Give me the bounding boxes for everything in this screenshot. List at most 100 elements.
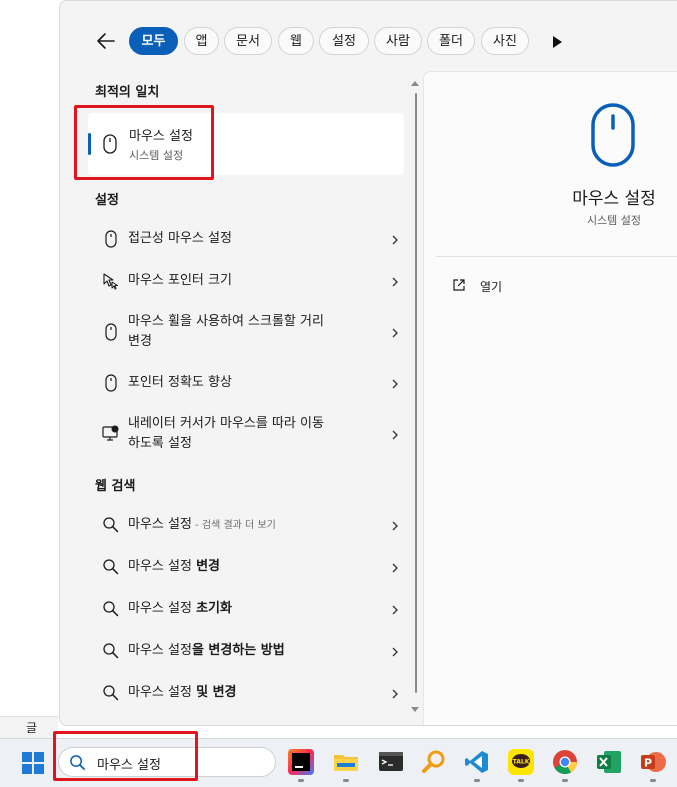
scroll-down-arrow-icon[interactable]	[411, 707, 419, 712]
web-search-label: 마우스 설정 - 검색 결과 더 보기	[128, 515, 276, 536]
chevron-right-icon	[392, 328, 398, 338]
excel-icon[interactable]	[596, 749, 622, 775]
web-search-query: 마우스 설정	[128, 601, 197, 616]
settings-item-label-line2: 하도록 설정	[128, 436, 192, 451]
open-external-icon[interactable]	[452, 278, 466, 292]
settings-item-label: 마우스 포인터 크기	[128, 273, 232, 288]
web-search-item[interactable]: 마우스 설정을 변경하는 방법	[88, 637, 404, 665]
search-icon	[103, 601, 119, 617]
web-search-query: 마우스 설정	[128, 559, 197, 574]
settings-item-label: 내레이터 커서가 마우스를 따라 이동 하도록 설정	[128, 414, 324, 454]
more-filters-play-icon[interactable]	[553, 36, 562, 48]
back-arrow-icon[interactable]	[94, 30, 118, 52]
chevron-right-icon	[392, 235, 398, 245]
web-search-suggestion: 을 변경하는 방법	[191, 643, 285, 658]
filter-chip-photos[interactable]: 사진	[481, 27, 529, 55]
search-icon	[103, 559, 119, 575]
web-search-query: 마우스 설정	[128, 643, 192, 658]
terminal-icon[interactable]	[378, 749, 404, 775]
filter-chip-folders[interactable]: 폴더	[427, 27, 475, 55]
chevron-right-icon	[392, 647, 398, 657]
chevron-right-icon	[392, 605, 398, 615]
chrome-icon[interactable]	[552, 749, 578, 775]
filter-chip-settings[interactable]: 설정	[319, 27, 369, 55]
settings-item-label-line2: 변경	[128, 334, 152, 349]
chevron-right-icon	[392, 277, 398, 287]
scroll-up-arrow-icon[interactable]	[411, 81, 419, 86]
settings-item-pointer-size[interactable]: 마우스 포인터 크기	[88, 267, 404, 295]
section-best-match: 최적의 일치	[95, 85, 160, 100]
web-search-label: 마우스 설정을 변경하는 방법	[128, 641, 285, 661]
web-search-suggestion: 및 변경	[196, 685, 237, 700]
settings-item-pointer-precision[interactable]: 포인터 정확도 향상	[88, 369, 404, 397]
running-indicator	[562, 779, 568, 782]
mouse-icon-large	[591, 103, 635, 167]
running-indicator	[298, 779, 304, 782]
scrollbar-thumb[interactable]	[415, 93, 417, 693]
web-search-suggestion: 초기화	[196, 601, 232, 616]
web-search-hint: - 검색 결과 더 보기	[191, 520, 276, 531]
web-search-label: 마우스 설정 초기화	[128, 599, 232, 619]
search-icon	[103, 685, 119, 701]
vscode-icon[interactable]	[464, 749, 490, 775]
narrator-icon	[102, 425, 119, 441]
filter-chip-people[interactable]: 사람	[374, 27, 422, 55]
settings-item-label: 마우스 휠을 사용하여 스크롤할 거리 변경	[128, 312, 324, 352]
results-scrollbar[interactable]	[410, 79, 422, 719]
chevron-right-icon	[392, 521, 398, 531]
file-explorer-icon[interactable]	[333, 749, 359, 775]
powerpoint-icon[interactable]: P	[640, 749, 666, 775]
web-search-suggestion: 변경	[196, 559, 220, 574]
web-search-label: 마우스 설정 변경	[128, 557, 220, 577]
settings-item-label: 포인터 정확도 향상	[128, 375, 232, 390]
filter-chip-web[interactable]: 웹	[278, 27, 314, 55]
chevron-right-icon	[392, 689, 398, 699]
svg-text:TALK: TALK	[513, 759, 530, 766]
web-search-item[interactable]: 마우스 설정 및 변경	[88, 679, 404, 707]
web-search-query: 마우스 설정	[128, 517, 192, 532]
mouse-icon	[105, 374, 117, 392]
running-indicator	[474, 779, 480, 782]
web-search-item[interactable]: 마우스 설정 - 검색 결과 더 보기	[88, 511, 404, 539]
chevron-right-icon	[392, 379, 398, 389]
settings-item-label-line1: 마우스 휠을 사용하여 스크롤할 거리	[128, 314, 324, 329]
filter-chip-all[interactable]: 모두	[129, 27, 178, 55]
search-icon	[103, 517, 119, 533]
web-search-query: 마우스 설정	[128, 685, 197, 700]
kakaotalk-icon[interactable]: TALK	[508, 749, 534, 775]
open-action[interactable]: 열기	[480, 278, 502, 295]
chevron-right-icon	[392, 430, 398, 440]
background-window-strip: 글	[0, 716, 58, 739]
section-web-search: 웹 검색	[95, 479, 136, 494]
settings-item-scroll-distance[interactable]: 마우스 휠을 사용하여 스크롤할 거리 변경	[88, 309, 404, 355]
section-settings: 설정	[95, 193, 119, 208]
highlight-box-search	[53, 731, 198, 781]
svg-text:P: P	[644, 757, 652, 770]
detail-divider	[436, 256, 677, 257]
web-search-label: 마우스 설정 및 변경	[128, 683, 236, 703]
intellij-idea-icon[interactable]	[288, 749, 314, 775]
filter-chip-documents[interactable]: 문서	[224, 27, 272, 55]
detail-subtitle: 시스템 설정	[586, 214, 642, 227]
settings-item-label-line1: 내레이터 커서가 마우스를 따라 이동	[128, 416, 324, 431]
detail-pane: 마우스 설정 시스템 설정 열기	[423, 71, 677, 725]
highlight-box-best-match	[74, 105, 214, 180]
chevron-right-icon	[392, 563, 398, 573]
search-icon	[103, 643, 119, 659]
magnifier-app-icon[interactable]	[421, 749, 447, 775]
windows-start-icon[interactable]	[22, 752, 44, 774]
background-window-text: 글	[26, 721, 38, 735]
filter-chip-apps[interactable]: 앱	[184, 27, 219, 55]
filter-bar: 모두 앱 문서 웹 설정 사람 폴더 사진	[60, 21, 677, 61]
running-indicator	[343, 779, 349, 782]
settings-item-accessibility-mouse[interactable]: 접근성 마우스 설정	[88, 225, 404, 253]
mouse-icon	[105, 230, 117, 248]
detail-title: 마우스 설정	[572, 189, 656, 209]
settings-item-label: 접근성 마우스 설정	[128, 231, 232, 246]
mouse-icon	[105, 323, 117, 341]
pointer-size-icon	[103, 273, 118, 290]
web-search-item[interactable]: 마우스 설정 초기화	[88, 595, 404, 623]
web-search-item[interactable]: 마우스 설정 변경	[88, 553, 404, 581]
settings-item-narrator-cursor[interactable]: 내레이터 커서가 마우스를 따라 이동 하도록 설정	[88, 411, 404, 457]
running-indicator	[518, 779, 524, 782]
